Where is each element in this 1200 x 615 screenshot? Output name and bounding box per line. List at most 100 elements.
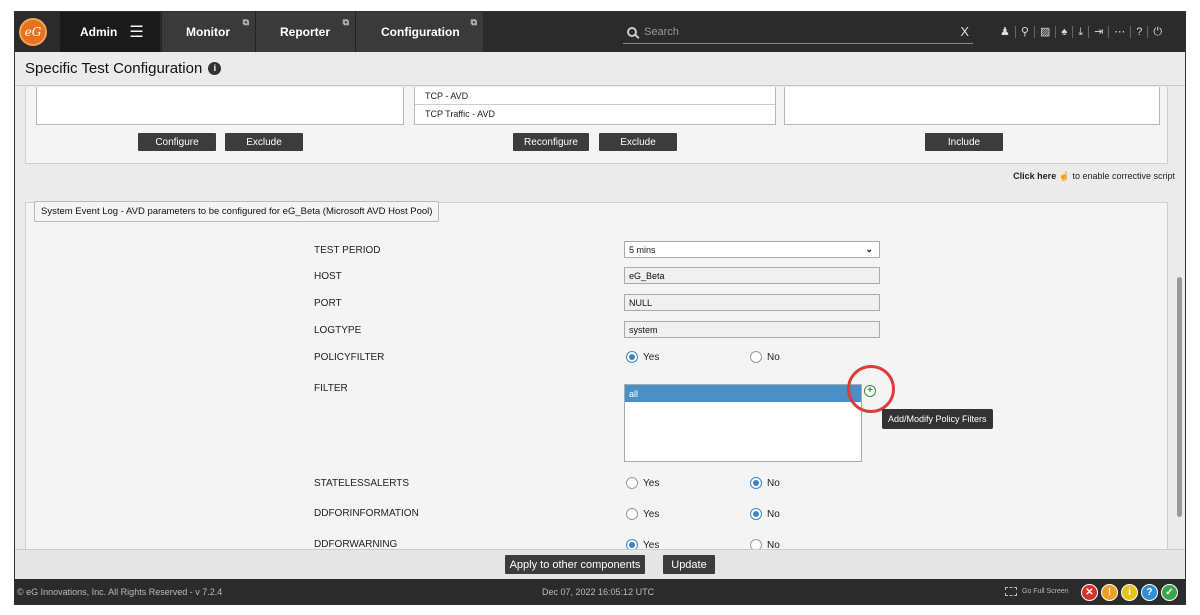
major-alert-icon[interactable]: ! (1101, 584, 1118, 601)
action-bar: Apply to other components Update (15, 549, 1185, 579)
list-item[interactable]: TCP - AVD (415, 87, 775, 105)
page-title-bar: Specific Test Configuration i (15, 52, 1185, 86)
info-icon[interactable]: i (208, 62, 222, 75)
tab-configuration[interactable]: Configuration ⧉ (355, 12, 483, 52)
filter-label: FILTER (314, 383, 348, 394)
power-icon[interactable]: ⏻ (1148, 26, 1167, 38)
copyright-text: © eG Innovations, Inc. All Rights Reserv… (17, 587, 223, 597)
search-clear-icon[interactable]: X (960, 24, 969, 39)
page-title: Specific Test Configuration (25, 60, 203, 77)
add-filter-icon[interactable]: + (864, 385, 876, 397)
radio-unselected-icon (626, 508, 638, 520)
click-here-text: to enable corrective script (1072, 171, 1175, 181)
configure-button[interactable]: Configure (138, 133, 216, 151)
admin-tab[interactable]: Admin ☰ (60, 12, 160, 52)
minor-alert-icon[interactable]: i (1121, 584, 1138, 601)
timestamp: Dec 07, 2022 16:05:12 UTC (542, 587, 655, 597)
content-area: TCP - AVD TCP Traffic - AVD Configure Ex… (15, 87, 1185, 549)
configured-tests-list[interactable] (36, 87, 404, 125)
external-link-icon: ⧉ (342, 17, 349, 27)
ddforinformation-label: DDFORINFORMATION (314, 508, 419, 519)
help-icon[interactable]: ? (1131, 26, 1149, 38)
update-button[interactable]: Update (663, 555, 715, 574)
policyfilter-label: POLICYFILTER (314, 352, 385, 363)
tab-reporter-label: Reporter (280, 25, 331, 39)
filter-listbox[interactable]: all (624, 384, 862, 462)
test-selection-panel: TCP - AVD TCP Traffic - AVD Configure Ex… (25, 87, 1168, 164)
parameters-legend: System Event Log - AVD parameters to be … (34, 201, 440, 222)
policyfilter-no-radio[interactable]: No (750, 351, 780, 363)
statelessalerts-no-radio[interactable]: No (750, 477, 780, 489)
radio-label: No (767, 508, 780, 520)
filter-selected-item[interactable]: all (625, 385, 861, 402)
logtype-field[interactable]: system (624, 321, 880, 338)
normal-status-icon[interactable]: ✓ (1161, 584, 1178, 601)
link-icon[interactable]: ⚲ (1016, 26, 1035, 38)
logout-icon[interactable]: ⇥ (1089, 26, 1110, 38)
footer-bar: © eG Innovations, Inc. All Rights Reserv… (15, 579, 1185, 604)
radio-selected-icon (626, 539, 638, 549)
tab-configuration-label: Configuration (381, 25, 460, 39)
radio-unselected-icon (750, 351, 762, 363)
hand-pointer-icon: ☝ (1058, 171, 1070, 181)
test-period-value: 5 mins (629, 244, 656, 255)
external-link-icon: ⧉ (470, 17, 477, 27)
fullscreen-label: Go Full Screen (1022, 588, 1069, 595)
test-period-select[interactable]: 5 mins ⌄ (624, 241, 880, 258)
toolbar-icons: ♟ ⚲ ▨ ♠ ⤓ ⇥ ⋯ ? ⏻ (995, 12, 1167, 52)
fullscreen-icon (1005, 587, 1017, 596)
include-button[interactable]: Include (925, 133, 1003, 151)
search-box[interactable]: Search X (623, 20, 973, 44)
ddforinformation-yes-radio[interactable]: Yes (626, 508, 659, 520)
statelessalerts-yes-radio[interactable]: Yes (626, 477, 659, 489)
unconfigured-tests-list[interactable]: TCP - AVD TCP Traffic - AVD (414, 87, 776, 125)
admin-tab-label: Admin (80, 25, 118, 39)
reconfigure-button[interactable]: Reconfigure (513, 133, 589, 151)
click-here-link[interactable]: Click here (1013, 171, 1056, 181)
port-field[interactable]: NULL (624, 294, 880, 311)
ddforwarning-label: DDFORWARNING (314, 539, 398, 549)
bell-icon[interactable]: ♠ (1056, 26, 1074, 38)
fullscreen-button[interactable]: Go Full Screen (1005, 587, 1069, 596)
download-icon[interactable]: ⤓ (1073, 26, 1090, 38)
apply-to-other-components-button[interactable]: Apply to other components (505, 555, 645, 574)
scrollbar-thumb[interactable] (1177, 277, 1182, 517)
exclude-button[interactable]: Exclude (225, 133, 303, 151)
unknown-status-icon[interactable]: ? (1141, 584, 1158, 601)
excluded-tests-list[interactable] (784, 87, 1160, 125)
host-label: HOST (314, 271, 342, 282)
policyfilter-yes-radio[interactable]: Yes (626, 351, 659, 363)
user-icon[interactable]: ♟ (995, 26, 1016, 38)
critical-alert-icon[interactable]: ✕ (1081, 584, 1098, 601)
exclude-button[interactable]: Exclude (599, 133, 677, 151)
radio-label: Yes (643, 508, 660, 520)
top-navigation-bar: eG Admin ☰ Monitor ⧉ Reporter ⧉ Configur… (15, 12, 1185, 52)
radio-label: No (767, 351, 780, 363)
port-label: PORT (314, 298, 342, 309)
corrective-script-hint: Click here ☝ to enable corrective script (1013, 171, 1175, 182)
radio-label: Yes (643, 539, 660, 550)
radio-unselected-icon (626, 477, 638, 489)
external-link-icon: ⧉ (242, 17, 249, 27)
more-icon[interactable]: ⋯ (1109, 26, 1132, 38)
list-item[interactable]: TCP Traffic - AVD (415, 105, 775, 123)
ddforwarning-no-radio[interactable]: No (750, 539, 780, 549)
host-field[interactable]: eG_Beta (624, 267, 880, 284)
radio-label: Yes (643, 477, 660, 489)
radio-label: No (767, 539, 780, 550)
logtype-label: LOGTYPE (314, 325, 362, 336)
radio-label: No (767, 477, 780, 489)
statelessalerts-label: STATELESSALERTS (314, 478, 410, 489)
radio-selected-icon (750, 477, 762, 489)
chevron-down-icon: ⌄ (865, 244, 873, 254)
eg-logo[interactable]: eG (19, 18, 47, 46)
hamburger-menu-icon[interactable]: ☰ (129, 22, 143, 42)
ddforwarning-yes-radio[interactable]: Yes (626, 539, 659, 549)
tab-reporter[interactable]: Reporter ⧉ (255, 12, 355, 52)
layout-icon[interactable]: ▨ (1035, 26, 1057, 38)
radio-unselected-icon (750, 539, 762, 549)
ddforinformation-no-radio[interactable]: No (750, 508, 780, 520)
add-filter-tooltip: Add/Modify Policy Filters (882, 409, 993, 429)
tab-monitor[interactable]: Monitor ⧉ (161, 12, 255, 52)
search-placeholder: Search (644, 25, 679, 38)
